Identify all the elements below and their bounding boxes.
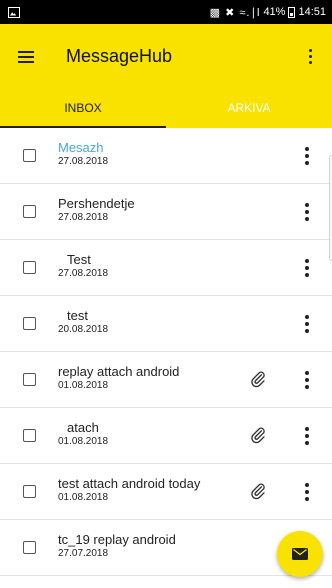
gallery-notification-icon <box>8 6 20 18</box>
message-subject: atach <box>67 420 99 435</box>
message-row[interactable]: test attach android today 01.08.2018 <box>0 464 332 520</box>
status-right: ▩ ✖ ≈.∣l 41% 14:51 <box>210 6 326 19</box>
message-row[interactable]: Pershendetje 27.08.2018 <box>0 184 332 240</box>
message-text: test attach android today 01.08.2018 <box>58 476 200 504</box>
more-vertical-icon[interactable] <box>297 199 317 225</box>
message-subject: test <box>67 308 88 323</box>
message-text: replay attach android 01.08.2018 <box>58 364 179 392</box>
more-vertical-icon[interactable] <box>297 311 317 337</box>
message-date: 01.08.2018 <box>58 380 109 391</box>
message-date: 20.08.2018 <box>58 324 109 335</box>
message-subject: Mesazh <box>58 140 104 155</box>
message-checkbox[interactable] <box>23 149 36 162</box>
message-row[interactable]: Test 27.08.2018 <box>0 240 332 296</box>
message-text: Test 27.08.2018 <box>58 252 108 280</box>
more-vertical-icon[interactable] <box>297 367 317 393</box>
message-date: 27.07.2018 <box>58 548 109 559</box>
message-checkbox[interactable] <box>23 429 36 442</box>
signal-icon: ▩ ✖ ≈.∣l <box>209 6 261 19</box>
tab-inbox[interactable]: INBOX <box>0 88 166 128</box>
message-subject: Test <box>67 252 91 267</box>
message-row[interactable]: atach 01.08.2018 <box>0 408 332 464</box>
message-subject: test attach android today <box>58 476 201 491</box>
paperclip-icon <box>251 483 265 500</box>
status-time: 14:51 <box>298 6 326 18</box>
message-row[interactable]: replay attach android 01.08.2018 <box>0 352 332 408</box>
message-list: Mesazh 27.08.2018 Pershendetje 27.08.2018 Te… <box>0 128 332 576</box>
more-vertical-icon[interactable] <box>300 46 320 66</box>
message-date: 27.08.2018 <box>58 156 109 167</box>
message-checkbox[interactable] <box>23 317 36 330</box>
message-row[interactable]: test 20.08.2018 <box>0 296 332 352</box>
status-left <box>8 6 20 18</box>
app-title: MessageHub <box>66 45 173 66</box>
message-checkbox[interactable] <box>23 485 36 498</box>
message-date: 01.08.2018 <box>58 436 109 447</box>
battery-icon <box>288 6 296 18</box>
message-subject: Pershendetje <box>58 196 135 211</box>
paperclip-icon <box>251 371 265 388</box>
more-vertical-icon[interactable] <box>297 479 317 505</box>
message-checkbox[interactable] <box>23 373 36 386</box>
message-subject: tc_19 replay android <box>58 532 176 547</box>
more-vertical-icon[interactable] <box>297 423 317 449</box>
tab-arkiva[interactable]: ARKIVA <box>166 88 332 128</box>
message-text: Pershendetje 27.08.2018 <box>58 196 135 224</box>
tab-bar: INBOX ARKIVA <box>0 88 332 128</box>
message-text: test 20.08.2018 <box>58 308 108 336</box>
menu-icon[interactable] <box>18 50 34 63</box>
message-text: tc_19 replay android 27.07.2018 <box>58 532 176 560</box>
battery-percent: 41% <box>263 6 286 18</box>
message-date: 27.08.2018 <box>58 212 109 223</box>
message-row[interactable]: Mesazh 27.08.2018 <box>0 128 332 184</box>
message-text: Mesazh 27.08.2018 <box>58 140 108 168</box>
status-bar: ▩ ✖ ≈.∣l 41% 14:51 <box>0 0 332 24</box>
message-checkbox[interactable] <box>23 541 36 554</box>
message-subject: replay attach android <box>58 364 180 379</box>
message-checkbox[interactable] <box>23 205 36 218</box>
more-vertical-icon[interactable] <box>297 255 317 281</box>
message-text: atach 01.08.2018 <box>58 420 108 448</box>
message-checkbox[interactable] <box>23 261 36 274</box>
paperclip-icon <box>251 427 265 444</box>
message-date: 01.08.2018 <box>58 492 109 503</box>
envelope-icon <box>292 548 308 560</box>
message-date: 27.08.2018 <box>58 268 109 279</box>
more-vertical-icon[interactable] <box>297 143 317 169</box>
app-bar: MessageHub <box>0 24 332 88</box>
compose-button[interactable] <box>277 531 323 577</box>
